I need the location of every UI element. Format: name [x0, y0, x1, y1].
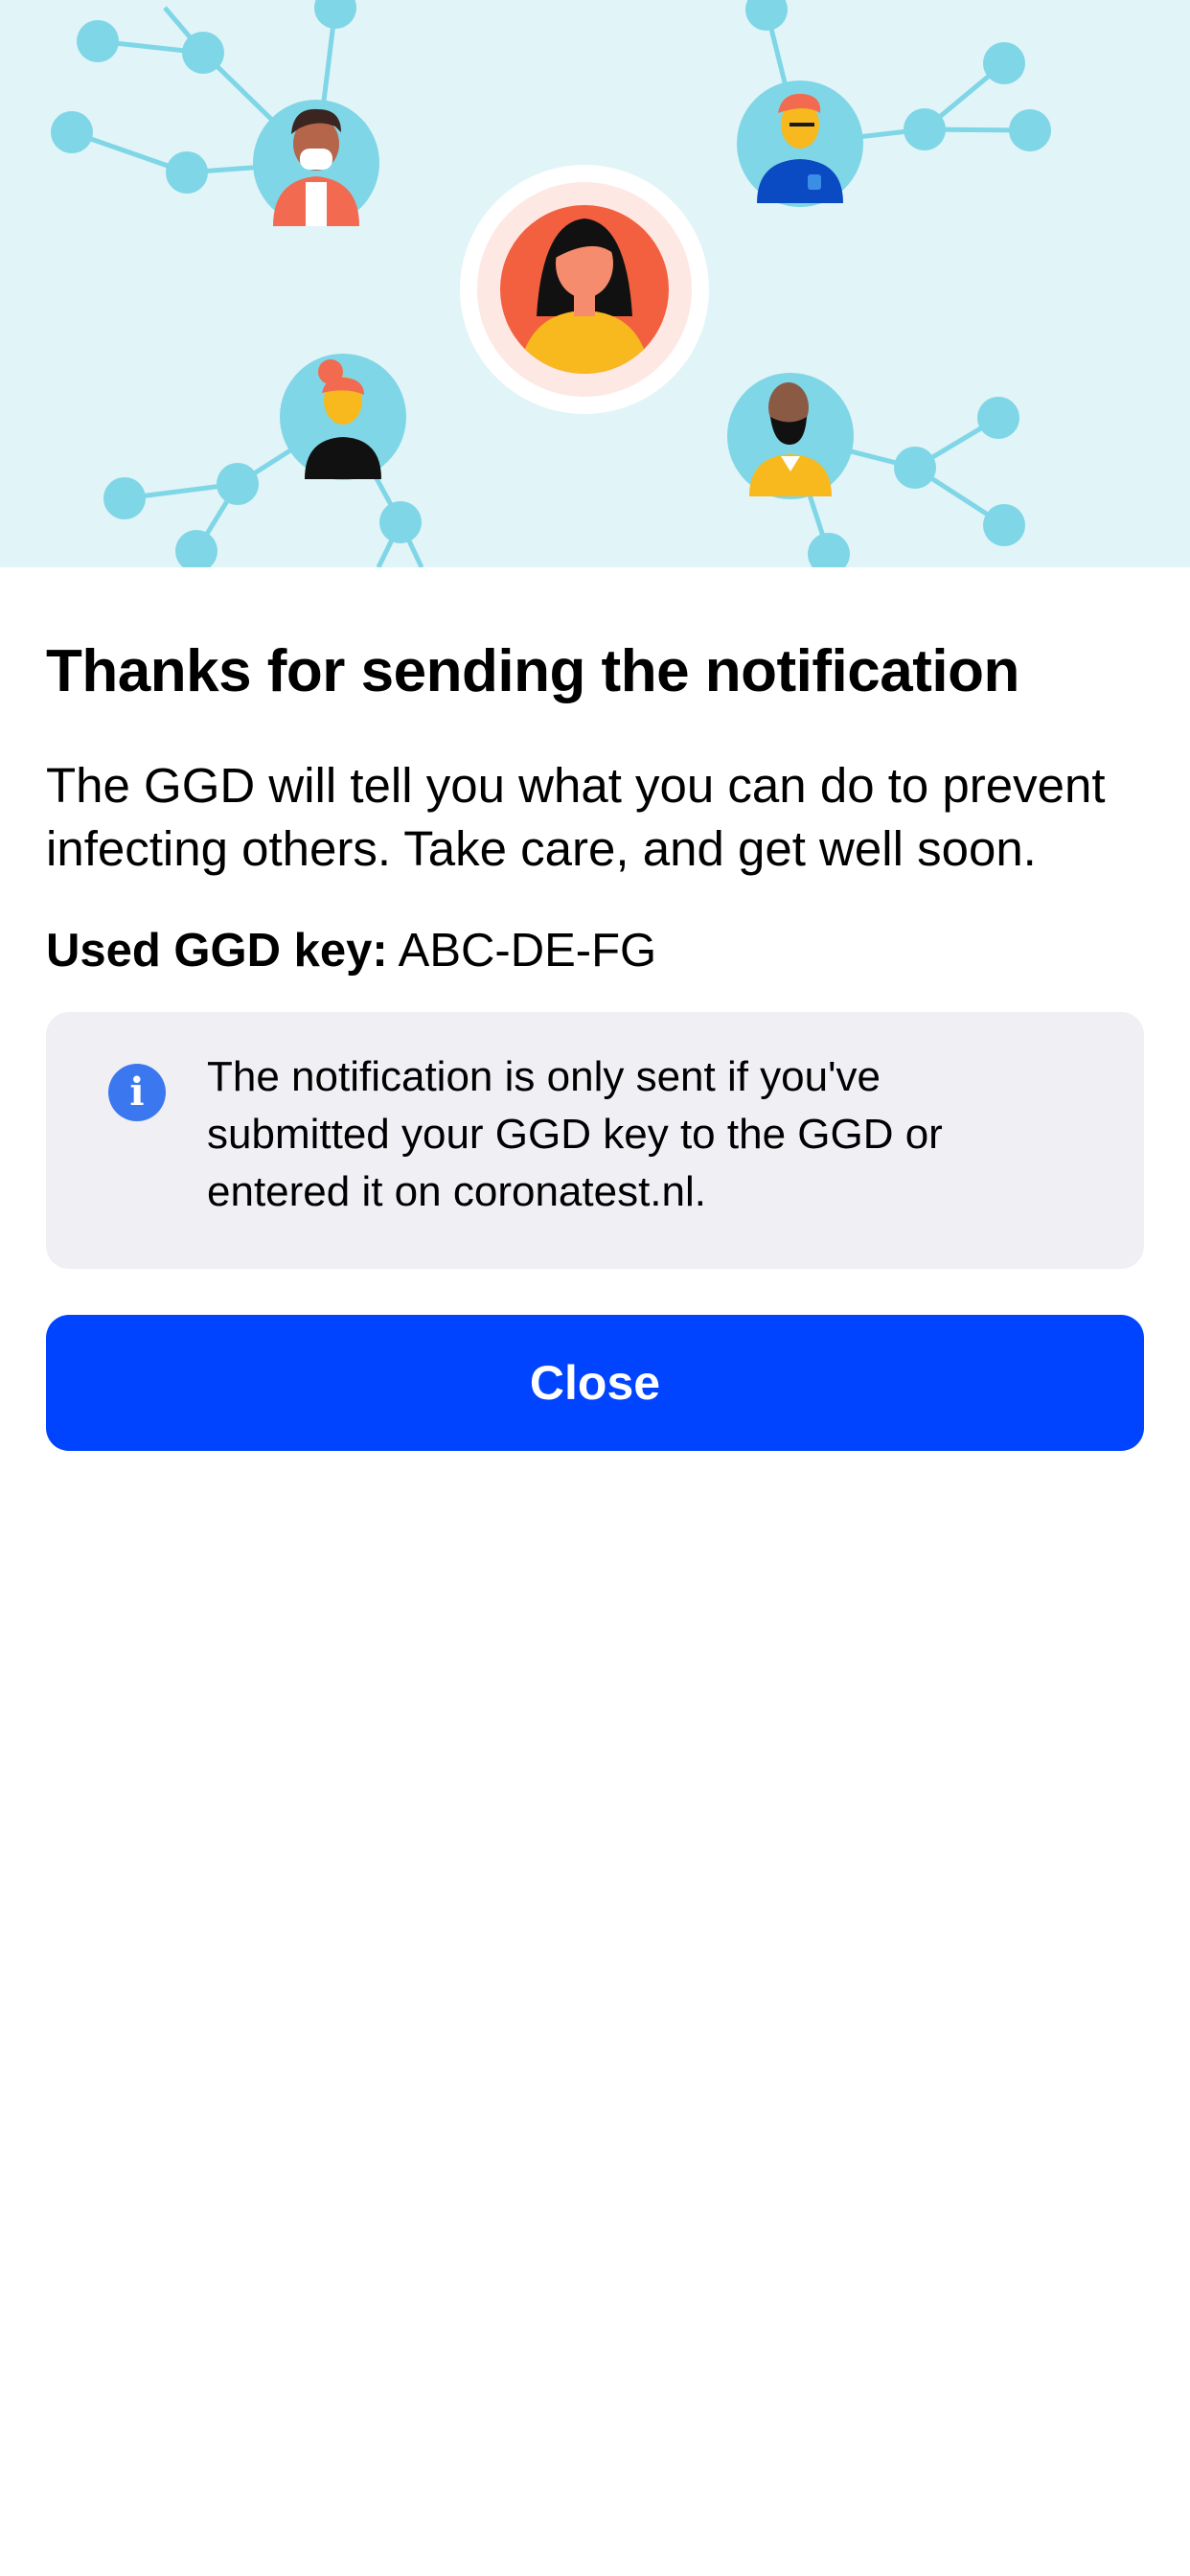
network-illustration	[51, 0, 1051, 567]
info-text: The notification is only sent if you've …	[207, 1053, 943, 1215]
body-text: The GGD will tell you what you can do to…	[46, 758, 1106, 876]
hero-illustration	[0, 0, 1190, 567]
info-card: i The notification is only sent if you'v…	[46, 1012, 1144, 1269]
person-avatar-blue-shirt	[737, 80, 863, 207]
person-avatar-bearded	[727, 373, 854, 499]
close-button[interactable]: Close	[46, 1315, 1144, 1451]
ggd-key-line: Used GGD key: ABC-DE-FG	[46, 922, 656, 979]
info-icon: i	[108, 1064, 166, 1121]
ggd-key-value: ABC-DE-FG	[398, 925, 657, 977]
person-avatar-masked	[253, 100, 379, 226]
page-title: Thanks for sending the notification	[46, 638, 1019, 704]
person-avatar-red-hair	[280, 354, 406, 480]
central-person-avatar	[460, 165, 709, 414]
ggd-key-label: Used GGD key:	[46, 925, 388, 977]
